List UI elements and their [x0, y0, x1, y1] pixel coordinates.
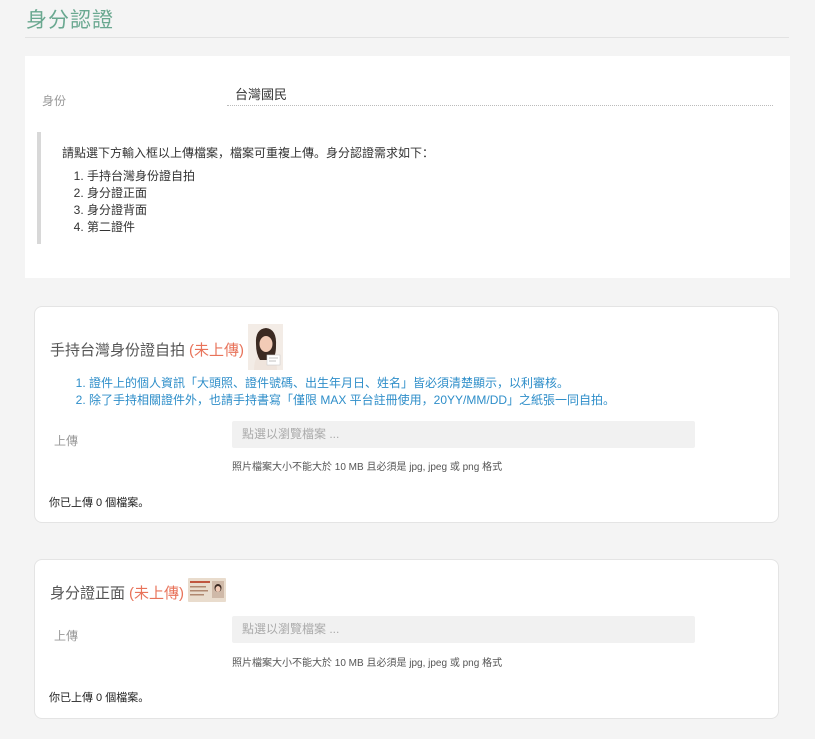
upload-label: 上傳: [54, 434, 79, 448]
file-upload-input[interactable]: 點選以瀏覽檔案 ...: [232, 421, 695, 448]
identity-label: 身份: [42, 94, 67, 108]
uploaded-count: 你已上傳 0 個檔案。: [49, 692, 150, 704]
instruction-list: 證件上的個人資訊「大頭照、證件號碼、出生年月日、姓名」皆必須清楚顯示，以利審核。…: [71, 375, 615, 409]
card-title: 手持台灣身份證自拍 (未上傳): [50, 324, 284, 374]
requirements-notice: 請點選下方輸入框以上傳檔案，檔案可重複上傳。身分認證需求如下： 手持台灣身份證自…: [37, 132, 767, 244]
file-upload-input[interactable]: 點選以瀏覽檔案 ...: [232, 616, 695, 643]
page-title: 身分認證: [26, 9, 114, 32]
requirement-item: 身分證背面: [87, 202, 195, 219]
instruction-item: 證件上的個人資訊「大頭照、證件號碼、出生年月日、姓名」皆必須清楚顯示，以利審核。: [89, 375, 615, 392]
card-title: 身分證正面 (未上傳): [50, 578, 227, 606]
title-divider: [25, 37, 789, 38]
card-title-text: 身分證正面: [50, 584, 126, 602]
id-card-front-sample-image: [188, 578, 227, 606]
card-title-text: 手持台灣身份證自拍: [50, 341, 186, 359]
notice-text: 請點選下方輸入框以上傳檔案，檔案可重複上傳。身分認證需求如下：: [62, 146, 435, 160]
file-format-hint: 照片檔案大小不能大於 10 MB 且必須是 jpg, jpeg 或 png 格式: [232, 658, 503, 669]
requirement-item: 手持台灣身份證自拍: [87, 168, 195, 185]
identity-value[interactable]: 台灣國民: [227, 84, 773, 106]
id-front-upload-card: 身分證正面 (未上傳) 上傳 點選以瀏覽檔案 ... 照片檔案大小不能大於 10…: [34, 559, 779, 719]
requirement-item: 第二證件: [87, 219, 195, 236]
selfie-sample-image: [248, 324, 284, 374]
requirement-item: 身分證正面: [87, 185, 195, 202]
instruction-item: 除了手持相關證件外，也請手持書寫「僅限 MAX 平台註冊使用，20YY/MM/D…: [89, 392, 615, 409]
upload-status: (未上傳): [189, 341, 245, 359]
file-format-hint: 照片檔案大小不能大於 10 MB 且必須是 jpg, jpeg 或 png 格式: [232, 462, 503, 473]
upload-status: (未上傳): [129, 584, 185, 602]
selfie-upload-card: 手持台灣身份證自拍 (未上傳) 證件上的個人資訊「大頭照、證件號碼、出生年月日、…: [34, 306, 779, 523]
uploaded-count: 你已上傳 0 個檔案。: [49, 497, 150, 509]
upload-label: 上傳: [54, 629, 79, 643]
identity-panel: 身份 台灣國民 請點選下方輸入框以上傳檔案，檔案可重複上傳。身分認證需求如下： …: [25, 56, 790, 278]
